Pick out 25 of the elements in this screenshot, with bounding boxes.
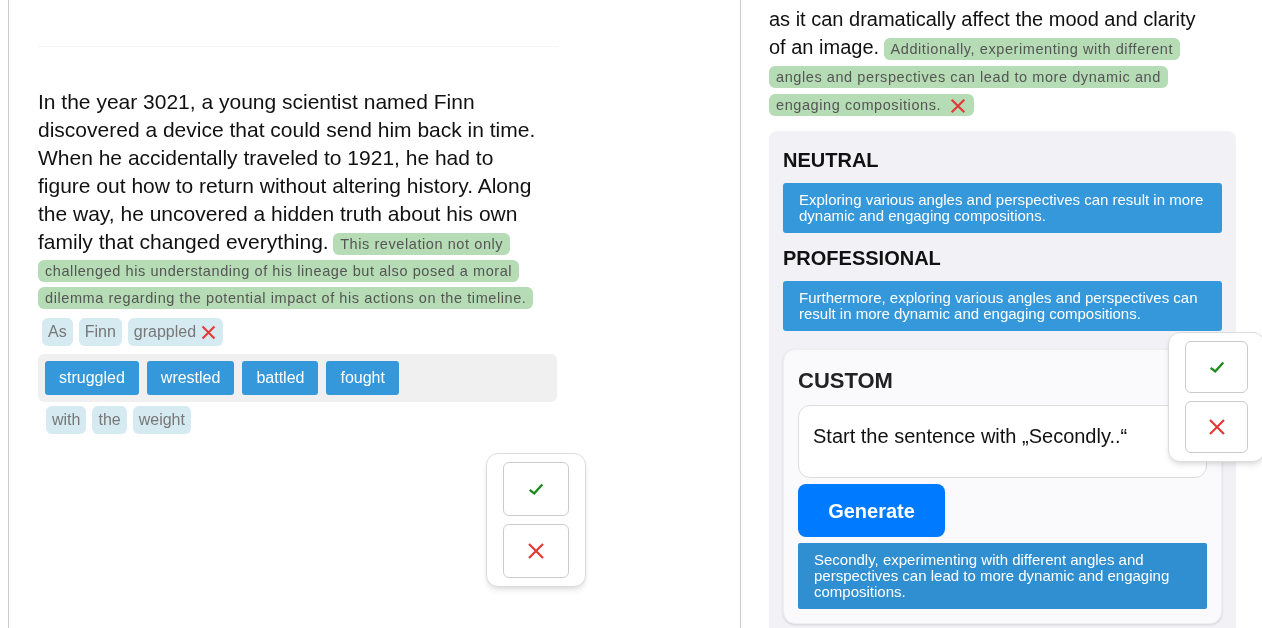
generated-result: Secondly, experimenting with different angles and perspectives can lead to more dynamic and engaging compositions. <box>798 543 1207 609</box>
reject-button[interactable] <box>1185 401 1248 453</box>
generate-button[interactable]: Generate <box>798 484 945 537</box>
word-chip[interactable]: the <box>92 406 127 434</box>
close-icon <box>1206 417 1227 437</box>
prompt-field[interactable]: Start the sentence with „Secondly..“ <box>798 405 1207 478</box>
close-icon[interactable] <box>949 97 968 116</box>
style-title: PROFESSIONAL <box>783 246 942 271</box>
close-icon <box>526 541 546 561</box>
close-icon[interactable] <box>200 323 218 341</box>
style-suggestion[interactable]: Furthermore, exploring various angles and perspectives can result in more dynamic and engaging compositions. <box>783 281 1222 331</box>
option-button[interactable]: fought <box>326 361 399 395</box>
story-paragraph: In the year 3021, a young scientist named Finn discovered a device that could send him back in time. When he accidentally traveled to 1921, he had to figure out how to return without altering history. Along the way, he uncovered a hidden truth about his own family that changed everything. This revelation not only challenged his understanding of his lineage but also posed a moral dilemma regarding the potential impact of his actions on the timeline. <box>38 89 543 312</box>
option-button[interactable]: struggled <box>45 361 139 395</box>
option-button[interactable]: wrestled <box>146 361 235 395</box>
style-suggestion[interactable]: Exploring various angles and perspectives can result in more dynamic and engaging compositions. <box>783 183 1222 233</box>
reject-button[interactable] <box>503 524 569 578</box>
word-chip[interactable]: Finn <box>78 318 122 346</box>
word-chip[interactable]: grappled <box>127 318 224 346</box>
custom-title: CUSTOM <box>798 367 894 395</box>
word-chip[interactable]: with <box>46 406 87 434</box>
word-chip[interactable]: As <box>42 318 73 346</box>
word-chip[interactable]: weight <box>132 406 191 434</box>
style-title: NEUTRAL <box>783 148 880 173</box>
option-button[interactable]: battled <box>242 361 319 395</box>
